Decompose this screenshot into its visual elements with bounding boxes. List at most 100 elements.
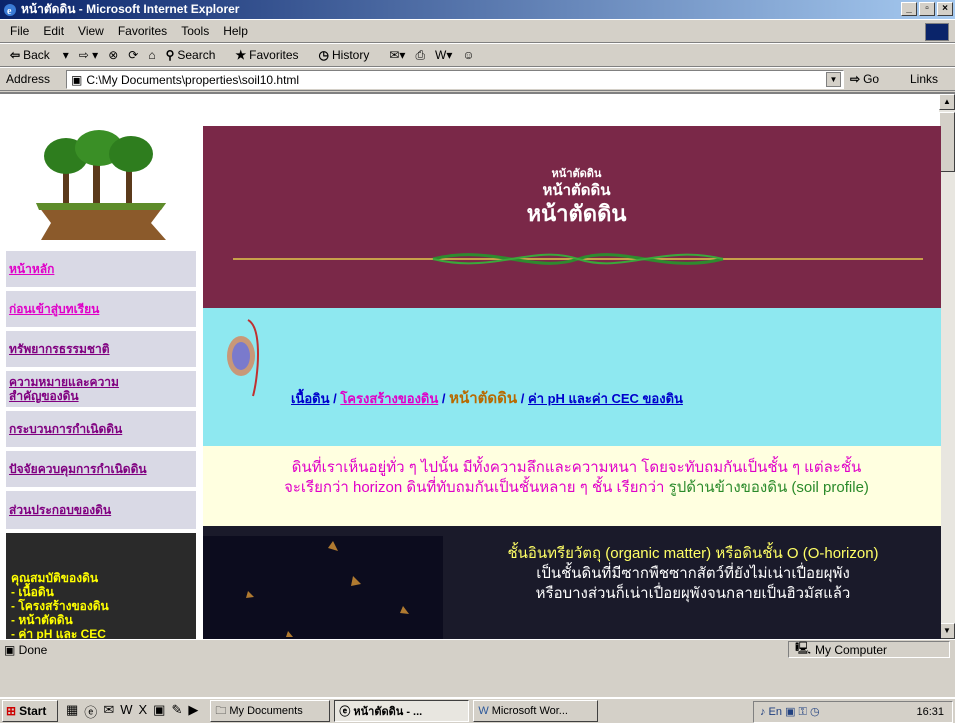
- breadcrumb-sep-2: /: [438, 391, 450, 406]
- tray-icons[interactable]: ♪ En ▣ ⚿ ◷: [754, 705, 820, 719]
- maximize-button[interactable]: ▫: [919, 2, 935, 16]
- nav-factors[interactable]: ปัจจัยควบคุมการกำเนิดดิน: [6, 451, 196, 489]
- back-button[interactable]: ⇦ Back ▾: [10, 48, 69, 62]
- nav-genesis[interactable]: กระบวนการกำเนิดดิน: [6, 411, 196, 449]
- nav-resources[interactable]: ทรัพยากรธรรมชาติ: [6, 331, 196, 369]
- address-input[interactable]: ▣ C:\My Documents\properties\soil10.html…: [66, 70, 844, 89]
- nav-ph-link[interactable]: - ค่า pH และ CEC: [11, 627, 196, 639]
- status-bar: ▣ Done 🖳 My Computer: [0, 639, 955, 659]
- refresh-icon[interactable]: ⟳: [128, 48, 138, 62]
- outlook-icon[interactable]: ✉: [103, 702, 114, 721]
- nav-factors-link[interactable]: ปัจจัยควบคุมการกำเนิดดิน: [9, 462, 147, 476]
- media-icon[interactable]: ▶: [188, 702, 198, 721]
- task-word[interactable]: W Microsoft Wor...: [473, 700, 599, 722]
- menu-help[interactable]: Help: [223, 24, 248, 38]
- page-icon: ▣: [71, 72, 83, 87]
- go-button[interactable]: ⇨ Go: [850, 72, 879, 86]
- menu-file[interactable]: File: [10, 24, 29, 38]
- nav-home-link[interactable]: หน้าหลัก: [9, 262, 54, 276]
- show-desktop-icon[interactable]: ▦: [66, 702, 78, 721]
- scroll-thumb[interactable]: [939, 112, 955, 172]
- menu-favorites[interactable]: Favorites: [118, 24, 167, 38]
- nav-profile-link[interactable]: - หน้าตัดดิน: [11, 613, 196, 627]
- address-dropdown-icon[interactable]: ▼: [826, 72, 841, 87]
- search-button[interactable]: ⚲ Search: [166, 48, 226, 62]
- quick-launch: ▦ ⓔ ✉ W X ▣ ✎ ▶: [66, 702, 198, 721]
- nav-resources-link[interactable]: ทรัพยากรธรรมชาติ: [9, 342, 110, 356]
- menu-bar: File Edit View Favorites Tools Help: [0, 19, 955, 43]
- powerpoint-icon[interactable]: ▣: [153, 702, 165, 721]
- title-bar: e หน้าตัดดิน - Microsoft Internet Explor…: [0, 0, 955, 19]
- intro-paragraph: ดินที่เราเห็นอยู่ทั่ว ๆ ไปนั้น มีทั้งควา…: [203, 446, 941, 526]
- nav-meaning[interactable]: ความหมายและความสำคัญของดิน: [6, 371, 196, 409]
- o-horizon-line-1: เป็นชั้นดินที่มีซากพืชซากสัตว์ที่ยังไม่เ…: [536, 565, 850, 582]
- task-my-documents[interactable]: 🗀 My Documents: [210, 700, 331, 722]
- taskbar: ⊞ Start ▦ ⓔ ✉ W X ▣ ✎ ▶ 🗀 My Documents ⓔ หน้าตัดดิ…: [0, 697, 955, 723]
- task-browser[interactable]: ⓔ หน้าตัดดิน - ...: [334, 700, 470, 722]
- excel-icon[interactable]: X: [139, 702, 148, 721]
- ie-quicklaunch-icon[interactable]: ⓔ: [84, 702, 97, 721]
- favorites-label: Favorites: [249, 48, 299, 62]
- sidebar: หน้าหลัก ก่อนเข้าสู่บทเรียน ทรัพยากรธรรม…: [6, 126, 196, 639]
- menu-tools[interactable]: Tools: [181, 24, 209, 38]
- back-arrow-icon: ⇦: [10, 48, 21, 62]
- scroll-down-icon[interactable]: ▼: [939, 623, 955, 639]
- nav-home[interactable]: หน้าหลัก: [6, 251, 196, 289]
- nav-intro[interactable]: ก่อนเข้าสู่บทเรียน: [6, 291, 196, 329]
- vertical-scrollbar[interactable]: ▲ ▼: [939, 94, 955, 639]
- o-horizon-line-2: หรือบางส่วนก็เน่าเปื่อยผุพังจนกลายเป็นฮิ…: [535, 585, 851, 602]
- nav-components[interactable]: ส่วนประกอบของดิน: [6, 491, 196, 531]
- soil-profile-term: รูปด้านข้างของดิน (soil profile): [668, 479, 869, 496]
- forward-button[interactable]: ⇨ ▾: [79, 48, 98, 62]
- breadcrumb-current: หน้าตัดดิน: [449, 390, 518, 407]
- o-horizon-section: ชั้นอินทรียวัตถุ (organic matter) หรือดิ…: [203, 526, 941, 639]
- system-tray: ♪ En ▣ ⚿ ◷ 16:31: [753, 701, 953, 723]
- start-button[interactable]: ⊞ Start: [2, 700, 58, 722]
- links-button[interactable]: Links: [910, 72, 938, 86]
- close-button[interactable]: ×: [937, 2, 953, 16]
- home-icon[interactable]: ⌂: [148, 48, 155, 62]
- window-title: หน้าตัดดิน - Microsoft Internet Explorer: [21, 2, 240, 16]
- messenger-icon[interactable]: ☺: [462, 48, 474, 62]
- menu-view[interactable]: View: [78, 24, 104, 38]
- nav-texture-link[interactable]: - เนื้อดิน: [11, 585, 196, 599]
- task-label-1: My Documents: [229, 705, 303, 717]
- svg-text:e: e: [7, 6, 12, 17]
- word-task-icon: W: [478, 705, 489, 717]
- word-quicklaunch-icon[interactable]: W: [120, 702, 132, 721]
- folder-icon: 🗀: [215, 704, 227, 717]
- o-horizon-title: ชั้นอินทรียวัตถุ (organic matter) หรือดิ…: [507, 545, 879, 562]
- banner-title-large: หน้าตัดดิน: [526, 201, 627, 226]
- task-label-3: Microsoft Wor...: [491, 705, 568, 717]
- nav-intro-link[interactable]: ก่อนเข้าสู่บทเรียน: [9, 302, 99, 316]
- mail-icon[interactable]: ✉▾: [389, 48, 405, 62]
- link-ph-cec[interactable]: ค่า pH และค่า CEC ของดิน: [528, 391, 683, 406]
- favorites-icon: ★: [235, 48, 247, 62]
- address-label: Address: [6, 72, 51, 86]
- search-label: Search: [177, 48, 216, 62]
- leaves-image: [203, 536, 443, 639]
- link-structure[interactable]: โครงสร้างของดิน: [340, 391, 438, 406]
- scroll-up-icon[interactable]: ▲: [939, 94, 955, 110]
- link-texture[interactable]: เนื้อดิน: [291, 391, 329, 406]
- windows-logo-icon: [925, 23, 949, 41]
- nav-properties-panel: คุณสมบัติของดิน - เนื้อดิน - โครงสร้างขอ…: [6, 533, 196, 639]
- history-button[interactable]: ◷ History: [319, 48, 380, 62]
- address-bar: Address ▣ C:\My Documents\properties\soi…: [0, 67, 955, 91]
- nav-structure-link[interactable]: - โครงสร้างของดิน: [11, 599, 196, 613]
- paint-icon[interactable]: ✎: [171, 702, 182, 721]
- security-zone: 🖳 My Computer: [788, 641, 950, 658]
- computer-icon: 🖳: [795, 641, 812, 655]
- nav-genesis-link[interactable]: กระบวนการกำเนิดดิน: [9, 422, 122, 436]
- minimize-button[interactable]: _: [901, 2, 917, 16]
- nav-meaning-link[interactable]: ความหมายและความสำคัญของดิน: [9, 375, 129, 403]
- print-icon[interactable]: ⎙: [415, 48, 425, 63]
- breadcrumb-band: เนื้อดิน / โครงสร้างของดิน / หน้าตัดดิน …: [203, 308, 941, 446]
- word-icon[interactable]: W▾: [435, 48, 452, 62]
- nav-components-link[interactable]: ส่วนประกอบของดิน: [9, 503, 111, 517]
- menu-edit[interactable]: Edit: [43, 24, 64, 38]
- stop-icon[interactable]: ⊗: [108, 48, 118, 62]
- status-done: Done: [18, 642, 48, 657]
- clock: 16:31: [916, 706, 944, 718]
- favorites-button[interactable]: ★ Favorites: [235, 48, 308, 62]
